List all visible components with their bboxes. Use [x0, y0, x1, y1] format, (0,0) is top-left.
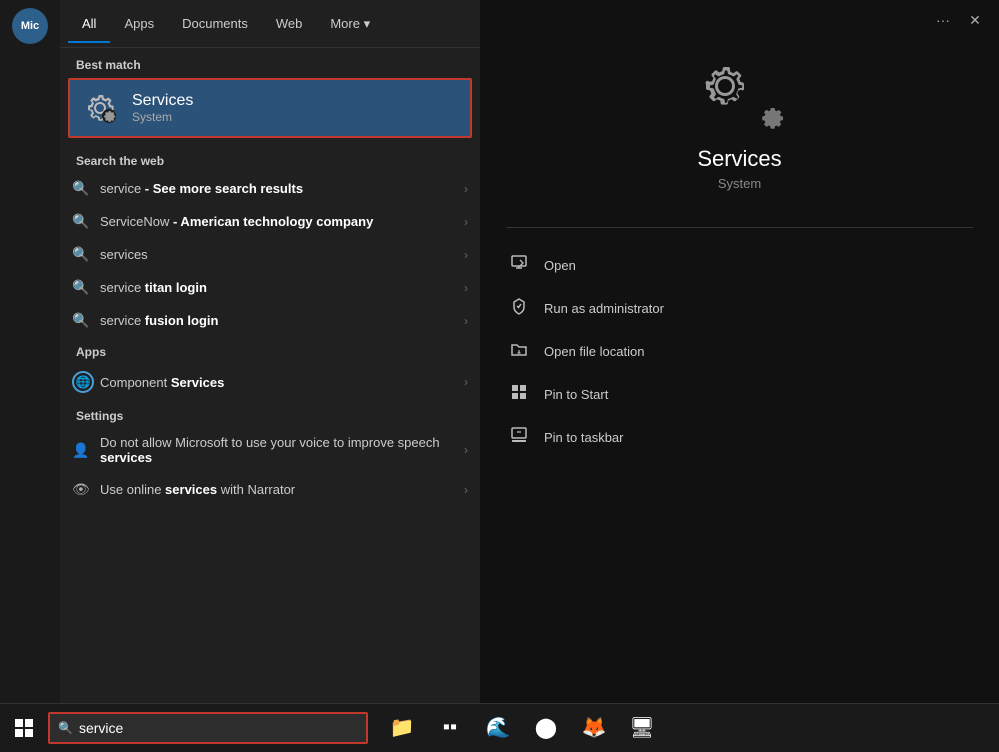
- services-big-icon: [699, 60, 779, 130]
- search-icon-3: 🔍: [72, 246, 100, 263]
- best-match-subtitle: System: [132, 110, 193, 124]
- right-panel-title: Services: [697, 146, 781, 172]
- tab-web[interactable]: Web: [262, 4, 317, 43]
- best-match-title: Services: [132, 92, 193, 110]
- folder-icon: [508, 340, 530, 363]
- globe-icon: 🌐: [72, 371, 100, 393]
- user-avatar[interactable]: Mic: [12, 8, 48, 44]
- taskbar-network[interactable]: 🖥: [620, 706, 664, 750]
- taskbar-chrome[interactable]: ⬤: [524, 706, 568, 750]
- right-panel-subtitle: System: [718, 176, 761, 191]
- taskbar-search-icon: 🔍: [58, 721, 73, 735]
- web-search-item-2[interactable]: 🔍 ServiceNow - American technology compa…: [60, 205, 480, 238]
- search-icon-4: 🔍: [72, 279, 100, 296]
- web-search-header: Search the web: [60, 146, 480, 172]
- settings-item-text-1: Do not allow Microsoft to use your voice…: [100, 435, 464, 465]
- open-action[interactable]: Open: [500, 244, 979, 287]
- apps-item-text-1: Component Services: [100, 375, 464, 390]
- settings-item-1[interactable]: 👤 Do not allow Microsoft to use your voi…: [60, 427, 480, 473]
- search-icon-5: 🔍: [72, 312, 100, 329]
- pin-to-start-action[interactable]: Pin to Start: [500, 373, 979, 416]
- taskbar-icons: 📁 ▪▪ 🌊 ⬤ 🦊 🖥: [380, 706, 664, 750]
- search-icon-2: 🔍: [72, 213, 100, 230]
- tab-documents[interactable]: Documents: [168, 4, 262, 43]
- web-search-text-1: service - See more search results: [100, 181, 464, 196]
- windows-logo-icon: [15, 719, 33, 737]
- web-search-text-4: service titan login: [100, 280, 464, 295]
- pin-to-start-label: Pin to Start: [544, 387, 608, 402]
- search-panel: All Apps Documents Web More ▾ Best match: [60, 0, 480, 703]
- taskbar: 🔍 service 📁 ▪▪ 🌊 ⬤ 🦊 🖥: [0, 703, 999, 751]
- settings-section-header: Settings: [60, 401, 480, 427]
- tab-all[interactable]: All: [68, 4, 110, 43]
- tab-more[interactable]: More ▾: [316, 4, 384, 44]
- arrow-icon-3: ›: [464, 248, 468, 262]
- arrow-icon-7: ›: [464, 443, 468, 457]
- start-button[interactable]: [0, 704, 48, 752]
- taskbar-search-box[interactable]: 🔍 service: [48, 712, 368, 744]
- open-label: Open: [544, 258, 576, 273]
- apps-item-component-services[interactable]: 🌐 Component Services ›: [60, 363, 480, 401]
- web-search-item-4[interactable]: 🔍 service titan login ›: [60, 271, 480, 304]
- best-match-text: Services System: [132, 92, 193, 124]
- taskbar-edge[interactable]: 🌊: [476, 706, 520, 750]
- run-admin-label: Run as administrator: [544, 301, 664, 316]
- best-match-header: Best match: [60, 48, 480, 78]
- best-match-item-services[interactable]: Services System: [68, 78, 472, 138]
- web-search-text-3: services: [100, 247, 464, 262]
- tab-apps[interactable]: Apps: [110, 4, 168, 43]
- web-search-text-2: ServiceNow - American technology company: [100, 214, 464, 229]
- run-admin-action[interactable]: Run as administrator: [500, 287, 979, 330]
- taskbar-terminal[interactable]: ▪▪: [428, 706, 472, 750]
- top-controls: ··· ✕: [480, 0, 999, 40]
- arrow-icon-2: ›: [464, 215, 468, 229]
- context-menu: Open Run as administrator Open file loca…: [480, 244, 999, 459]
- web-search-item-1[interactable]: 🔍 service - See more search results ›: [60, 172, 480, 205]
- pin-start-icon: [508, 383, 530, 406]
- arrow-icon-4: ›: [464, 281, 468, 295]
- taskbar-search-text: service: [79, 720, 123, 736]
- close-button[interactable]: ✕: [959, 4, 991, 36]
- web-search-text-5: service fusion login: [100, 313, 464, 328]
- tab-bar: All Apps Documents Web More ▾: [60, 0, 480, 48]
- panel-divider: [506, 227, 973, 228]
- settings-item-2[interactable]: 👁 Use online services with Narrator ›: [60, 473, 480, 506]
- apps-section-header: Apps: [60, 337, 480, 363]
- settings-item-text-2: Use online services with Narrator: [100, 482, 464, 497]
- open-file-location-action[interactable]: Open file location: [500, 330, 979, 373]
- more-options-button[interactable]: ···: [927, 4, 959, 36]
- right-panel: ··· ✕ Services System: [480, 0, 999, 703]
- run-admin-icon: [508, 297, 530, 320]
- arrow-icon-1: ›: [464, 182, 468, 196]
- pin-taskbar-icon: [508, 426, 530, 449]
- pin-to-taskbar-label: Pin to taskbar: [544, 430, 624, 445]
- web-search-item-5[interactable]: 🔍 service fusion login ›: [60, 304, 480, 337]
- web-search-item-3[interactable]: 🔍 services ›: [60, 238, 480, 271]
- pin-to-taskbar-action[interactable]: Pin to taskbar: [500, 416, 979, 459]
- arrow-icon-8: ›: [464, 483, 468, 497]
- left-nav: Mic: [0, 0, 60, 703]
- narrator-icon: 👁: [72, 481, 100, 498]
- services-gear-icon: [82, 90, 118, 126]
- arrow-icon-5: ›: [464, 314, 468, 328]
- taskbar-file-explorer[interactable]: 📁: [380, 706, 424, 750]
- taskbar-firefox[interactable]: 🦊: [572, 706, 616, 750]
- arrow-icon-6: ›: [464, 375, 468, 389]
- mic-icon: 👤: [72, 442, 100, 459]
- search-icon-1: 🔍: [72, 180, 100, 197]
- open-file-location-label: Open file location: [544, 344, 644, 359]
- open-icon: [508, 254, 530, 277]
